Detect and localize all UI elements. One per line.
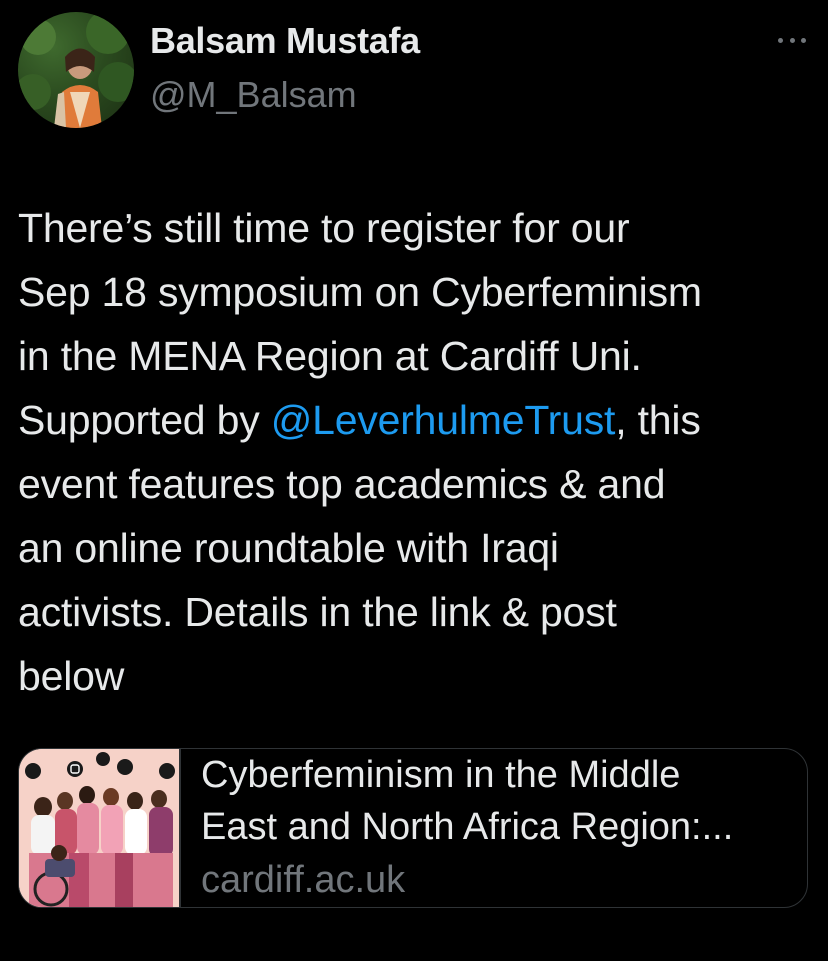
text-segment: Supported by: [18, 397, 271, 443]
dot: [801, 37, 806, 43]
text-segment: , this: [615, 397, 701, 443]
tweet-line: Sep 18 symposium on Cyberfeminism: [18, 269, 702, 315]
mention-link[interactable]: @LeverhulmeTrust: [271, 397, 616, 443]
tweet-line: event features top academics & and: [18, 461, 666, 507]
display-name[interactable]: Balsam Mustafa: [150, 20, 420, 62]
user-handle[interactable]: @M_Balsam: [150, 74, 357, 116]
card-thumbnail: [19, 749, 179, 907]
tweet-line: There’s still time to register for our: [18, 205, 630, 251]
tweet-line: an online roundtable with Iraqi: [18, 525, 559, 571]
tweet-line: Supported by @LeverhulmeTrust, this: [18, 388, 818, 452]
link-preview-card[interactable]: Cyberfeminism in the Middle East and Nor…: [18, 748, 808, 908]
avatar[interactable]: [18, 12, 134, 128]
dot: [778, 37, 783, 43]
more-dots-icon[interactable]: [778, 28, 806, 52]
dot: [789, 37, 795, 43]
tweet-line: below: [18, 653, 125, 699]
card-title-line: Cyberfeminism in the Middle: [201, 754, 681, 796]
card-title: Cyberfeminism in the Middle East and Nor…: [201, 749, 791, 853]
tweet-line: in the MENA Region at Cardiff Uni.: [18, 333, 642, 379]
card-domain: cardiff.ac.uk: [201, 859, 406, 901]
tweet-text: There’s still time to register for our S…: [18, 196, 818, 708]
tweet-line: activists. Details in the link & post: [18, 589, 617, 635]
card-title-line: East and North Africa Region:...: [201, 806, 734, 848]
tweet-header: Balsam Mustafa @M_Balsam: [0, 0, 828, 140]
card-divider: [179, 749, 181, 907]
